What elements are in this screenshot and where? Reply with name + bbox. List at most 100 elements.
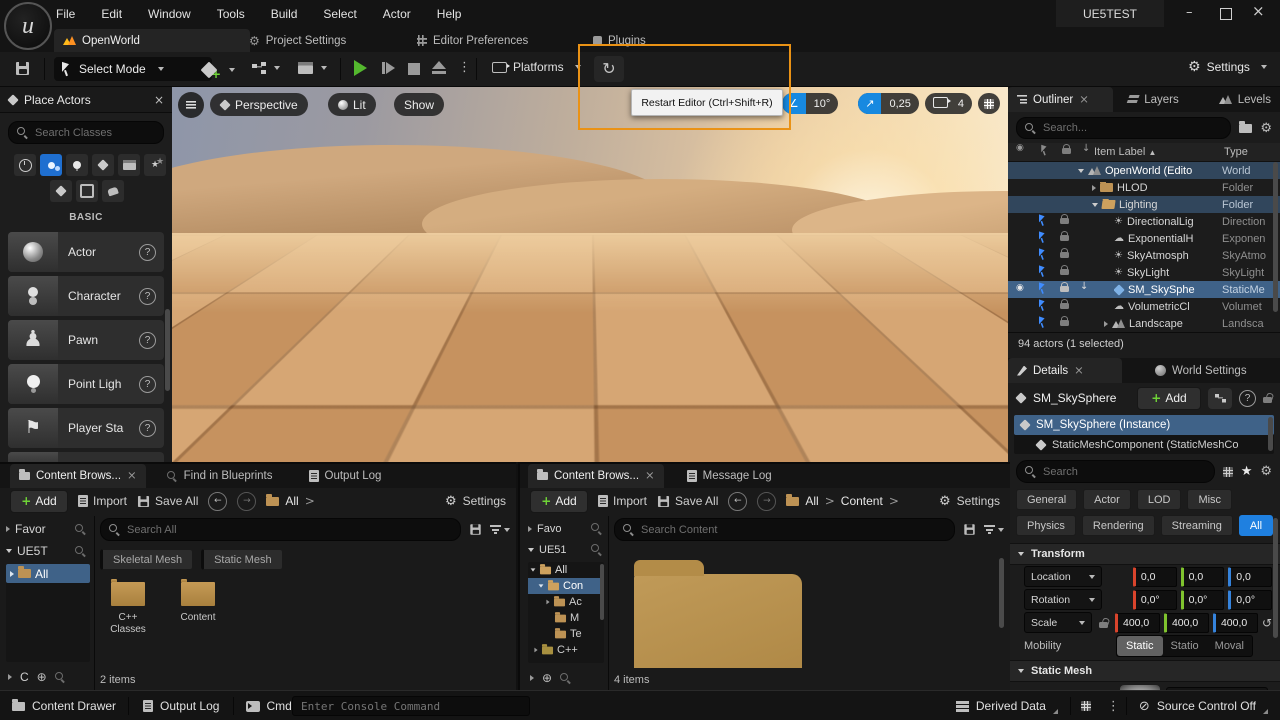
rotation-dropdown[interactable]: Rotation (1024, 589, 1102, 610)
category-lights[interactable] (66, 154, 88, 176)
select-icon[interactable] (1039, 266, 1047, 276)
scale-snap-toggle[interactable]: 0,25 (858, 93, 919, 114)
tree-folder-cpp[interactable]: C++ (528, 642, 604, 658)
column-type[interactable]: Type (1224, 146, 1248, 158)
eject-button[interactable] (432, 61, 446, 74)
lock-icon[interactable] (1060, 316, 1069, 326)
play-options-icon[interactable] (458, 61, 471, 74)
lock-icon[interactable] (1060, 231, 1069, 241)
menu-tools[interactable]: Tools (217, 7, 245, 21)
select-icon[interactable] (1039, 232, 1047, 242)
select-icon[interactable] (1039, 215, 1047, 225)
component-row[interactable]: StaticMeshComponent (StaticMeshCo (1014, 435, 1274, 454)
display-options-icon[interactable] (1223, 467, 1233, 477)
place-actors-scrollbar[interactable] (165, 309, 170, 391)
play-button[interactable] (354, 60, 367, 76)
viewport-show-dropdown[interactable]: Show (394, 93, 444, 116)
close-icon[interactable] (127, 470, 137, 482)
asset-grid[interactable] (622, 556, 1004, 668)
filter-dropdown[interactable] (490, 525, 510, 534)
mobility-static[interactable]: Static (1117, 636, 1163, 656)
filter-general[interactable]: General (1016, 489, 1077, 510)
add-asset-button[interactable]: Add (10, 490, 68, 513)
frame-skip-button[interactable] (382, 62, 395, 74)
component-tree-scrollbar[interactable] (1268, 417, 1273, 451)
platforms-dropdown[interactable]: Platforms (492, 60, 581, 74)
lock-icon[interactable] (1060, 282, 1069, 292)
filter-lod[interactable]: LOD (1137, 489, 1182, 510)
close-icon[interactable] (1079, 94, 1089, 106)
viewport-lit-dropdown[interactable]: Lit (328, 93, 376, 116)
save-all-button[interactable]: Save All (137, 494, 198, 508)
save-all-button[interactable]: Save All (657, 494, 718, 508)
lock-icon[interactable] (1060, 248, 1069, 258)
back-button[interactable] (208, 492, 227, 511)
outliner-search-input[interactable] (1041, 121, 1222, 135)
lock-column-icon[interactable] (1062, 144, 1071, 154)
select-column-icon[interactable] (1041, 146, 1049, 156)
toolbar-settings-dropdown[interactable]: Settings (1188, 60, 1267, 74)
outliner-row[interactable]: Lighting Folder (1008, 196, 1280, 213)
static-mesh-section-header[interactable]: Static Mesh (1008, 660, 1280, 682)
breadcrumb[interactable]: All Content (786, 494, 899, 508)
maximize-button[interactable] (1220, 8, 1232, 20)
search-content-input[interactable] (639, 523, 946, 537)
content-drawer-button[interactable]: Content Drawer (0, 699, 128, 713)
insights-button[interactable] (1071, 701, 1101, 711)
outliner-row[interactable]: DirectionalLig Direction (1008, 213, 1280, 230)
breadcrumb[interactable]: All (266, 494, 314, 508)
scale-x-field[interactable]: 400,0 (1115, 613, 1160, 633)
scale-dropdown[interactable]: Scale (1024, 612, 1092, 633)
menu-window[interactable]: Window (148, 7, 191, 21)
tab-openworld[interactable]: OpenWorld (54, 29, 250, 52)
filter-misc[interactable]: Misc (1187, 489, 1232, 510)
save-icon[interactable] (16, 62, 29, 75)
asset-folder-content[interactable]: Content (170, 582, 226, 623)
tree-folder[interactable]: Te (528, 626, 604, 642)
edit-blueprint-button[interactable] (1208, 388, 1232, 409)
help-icon[interactable]: ? (1239, 390, 1256, 407)
cb-left-settings[interactable]: Settings (445, 494, 506, 508)
details-scrollbar[interactable] (1273, 518, 1278, 638)
menu-actor[interactable]: Actor (383, 7, 411, 21)
filter-actor[interactable]: Actor (1083, 489, 1131, 510)
cb-left-search[interactable] (100, 518, 461, 541)
close-icon[interactable] (645, 470, 655, 482)
level-viewport[interactable]: Perspective Lit Show 10 10° 0,25 (172, 87, 1008, 462)
location-z-field[interactable]: 0,0 (1228, 567, 1272, 587)
collections-section[interactable] (528, 668, 571, 688)
close-icon[interactable] (154, 94, 164, 106)
tab-message-log[interactable]: Message Log (678, 464, 781, 488)
placeable-actor[interactable]: Character? (8, 276, 164, 316)
search-classes-input[interactable] (33, 126, 155, 140)
visibility-column-icon[interactable] (1016, 144, 1024, 153)
filter-all[interactable]: All (1239, 515, 1273, 536)
output-log-button[interactable]: Output Log (129, 699, 233, 713)
unlock-icon[interactable] (1263, 393, 1272, 403)
add-actor-button[interactable] (204, 60, 235, 80)
blueprints-button[interactable] (252, 62, 280, 74)
close-icon[interactable] (1074, 365, 1084, 377)
close-button[interactable] (1252, 4, 1265, 19)
details-search-input[interactable] (1041, 465, 1206, 479)
placeable-actor[interactable]: Actor? (8, 232, 164, 272)
category-recent[interactable] (14, 154, 36, 176)
transform-section-header[interactable]: Transform (1008, 543, 1280, 565)
rotation-x-field[interactable]: 0,0° (1133, 590, 1177, 610)
select-icon[interactable] (1039, 249, 1047, 259)
search-all-input[interactable] (125, 523, 452, 537)
placeable-actor[interactable] (8, 452, 164, 462)
scale-lock-icon[interactable] (1099, 618, 1108, 628)
category-basic[interactable] (40, 154, 62, 176)
select-icon[interactable] (1039, 300, 1047, 310)
placeable-actor[interactable]: Player Sta? (8, 408, 164, 448)
location-y-field[interactable]: 0,0 (1181, 567, 1225, 587)
cb-right-scrollbar[interactable] (999, 558, 1004, 628)
placeable-actor[interactable]: Pawn? (8, 320, 164, 360)
details-search[interactable] (1016, 460, 1215, 483)
favorites-section[interactable]: Favo (528, 518, 604, 539)
lock-icon[interactable] (1060, 265, 1069, 275)
tab-levels[interactable]: Levels (1210, 87, 1280, 112)
column-item-label[interactable]: Item Label ▲ (1094, 146, 1156, 158)
project-section[interactable]: UE51 (528, 539, 604, 560)
